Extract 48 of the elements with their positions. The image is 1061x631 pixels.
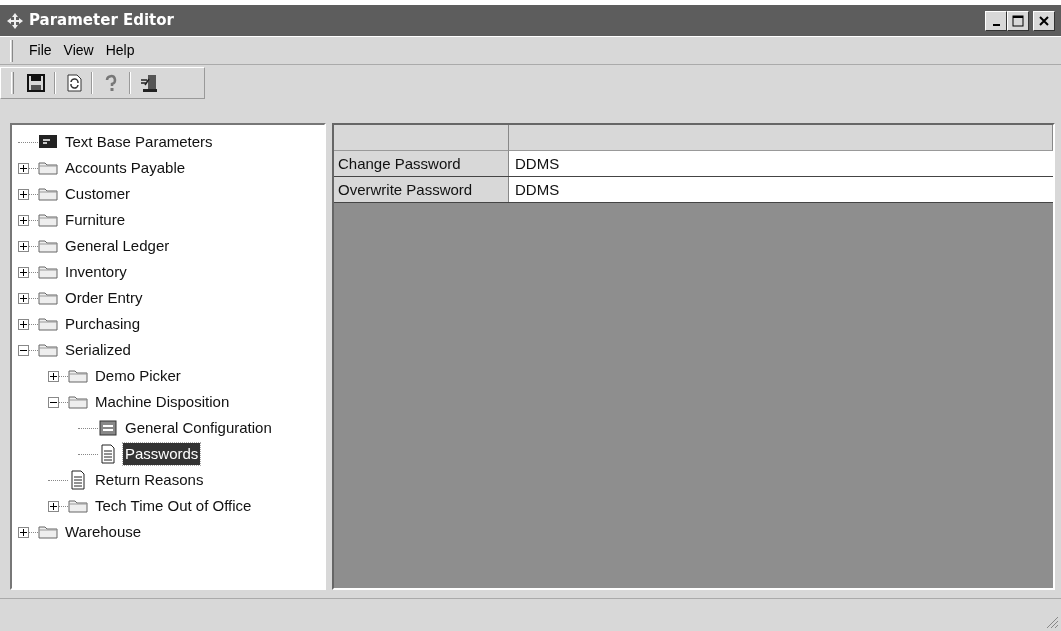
tree-item[interactable]: General Ledger [63,234,172,258]
tree-item[interactable]: Order Entry [63,286,145,310]
resize-grip-icon[interactable] [1045,615,1059,629]
tree-item[interactable]: Machine Disposition [93,390,232,414]
tree-item[interactable]: Text Base Parameters [63,130,215,154]
expand-icon[interactable] [48,500,59,512]
tree-item[interactable]: Accounts Payable [63,156,188,180]
app-icon [6,11,24,30]
expand-icon[interactable] [18,162,29,174]
tree-item[interactable]: General Configuration [123,416,274,440]
property-value[interactable]: DDMS [509,151,1053,176]
expand-icon[interactable] [18,214,29,226]
minimize-icon [992,23,1000,26]
tree-item[interactable]: Return Reasons [93,468,206,492]
tree-item[interactable]: Passwords [123,442,201,466]
menu-item[interactable]: View [57,40,100,61]
tree-item[interactable]: Purchasing [63,312,143,336]
tree-item[interactable]: Serialized [63,338,133,362]
menu-item[interactable]: File [23,40,58,61]
collapse-icon[interactable] [18,344,29,356]
minimize-button[interactable] [985,10,1008,31]
expand-icon[interactable] [18,266,29,278]
expand-icon[interactable] [18,526,29,538]
expand-icon[interactable] [18,318,29,330]
expand-icon[interactable] [48,370,59,382]
maximize-icon [1012,14,1025,27]
document-icon [98,444,118,464]
document-icon [68,470,88,490]
save-icon [26,73,46,93]
expand-icon[interactable] [18,240,29,252]
expand-icon[interactable] [18,188,29,200]
maximize-button[interactable] [1007,10,1030,31]
close-button[interactable] [1033,10,1055,31]
tree-item[interactable]: Tech Time Out of Office [93,494,254,518]
property-name: Change Password [334,151,509,176]
tree-item[interactable]: Furniture [63,208,128,232]
window-title: Parameter Editor [29,10,174,32]
collapse-icon[interactable] [48,396,59,408]
close-icon [1038,14,1050,27]
menu-item[interactable]: Help [99,40,141,61]
tree-item[interactable]: Warehouse [63,520,144,544]
tree-item[interactable]: Inventory [63,260,129,284]
tree-item[interactable]: Demo Picker [93,364,183,388]
tree-item[interactable]: Customer [63,182,133,206]
property-value[interactable]: DDMS [509,177,1053,202]
exit-icon [138,73,159,93]
expand-icon[interactable] [18,292,29,304]
property-name: Overwrite Password [334,177,509,202]
